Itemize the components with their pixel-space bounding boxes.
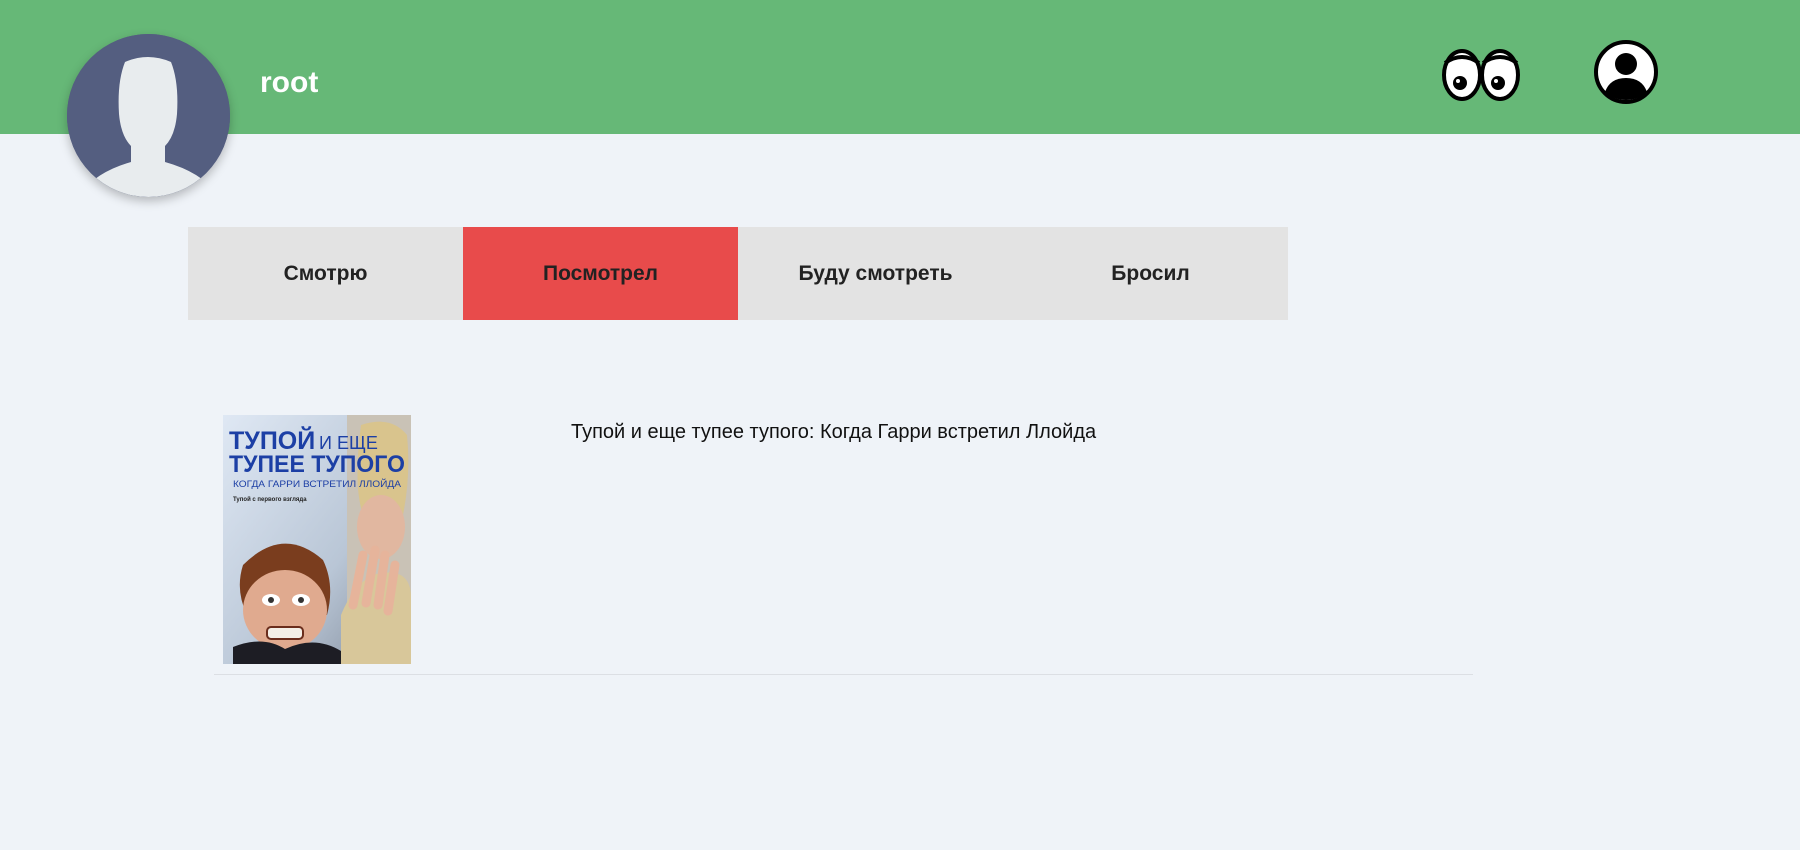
poster-title-line2: ТУПЕЕ ТУПОГО	[229, 451, 405, 478]
poster-tagline: Тупой с первого взгляда	[233, 496, 307, 503]
avatar[interactable]	[67, 34, 230, 197]
poster-subtitle: КОГДА ГАРРИ ВСТРЕТИЛ ЛЛОЙДА	[233, 478, 401, 489]
movie-poster[interactable]: ТУПОЙ И ЕЩЕ ТУПЕЕ ТУПОГО КОГДА ГАРРИ ВСТ…	[223, 415, 411, 664]
username: root	[260, 66, 319, 99]
movie-list: ТУПОЙ И ЕЩЕ ТУПЕЕ ТУПОГО КОГДА ГАРРИ ВСТ…	[214, 405, 1473, 675]
poster-title-small: И ЕЩЕ	[319, 433, 378, 453]
eyes-icon[interactable]	[1440, 45, 1524, 105]
movie-title[interactable]: Тупой и еще тупее тупого: Когда Гарри вс…	[571, 420, 1096, 444]
status-tabs: Смотрю Посмотрел Буду смотреть Бросил	[188, 227, 1288, 320]
avatar-placeholder-icon	[67, 34, 230, 197]
tab-dropped[interactable]: Бросил	[1013, 227, 1288, 320]
user-circle-icon[interactable]	[1593, 39, 1659, 105]
header-bar: root	[0, 0, 1800, 197]
tab-will-watch[interactable]: Буду смотреть	[738, 227, 1013, 320]
tab-watching[interactable]: Смотрю	[188, 227, 463, 320]
list-item: ТУПОЙ И ЕЩЕ ТУПЕЕ ТУПОГО КОГДА ГАРРИ ВСТ…	[214, 405, 1473, 675]
tab-watched[interactable]: Посмотрел	[463, 227, 738, 320]
